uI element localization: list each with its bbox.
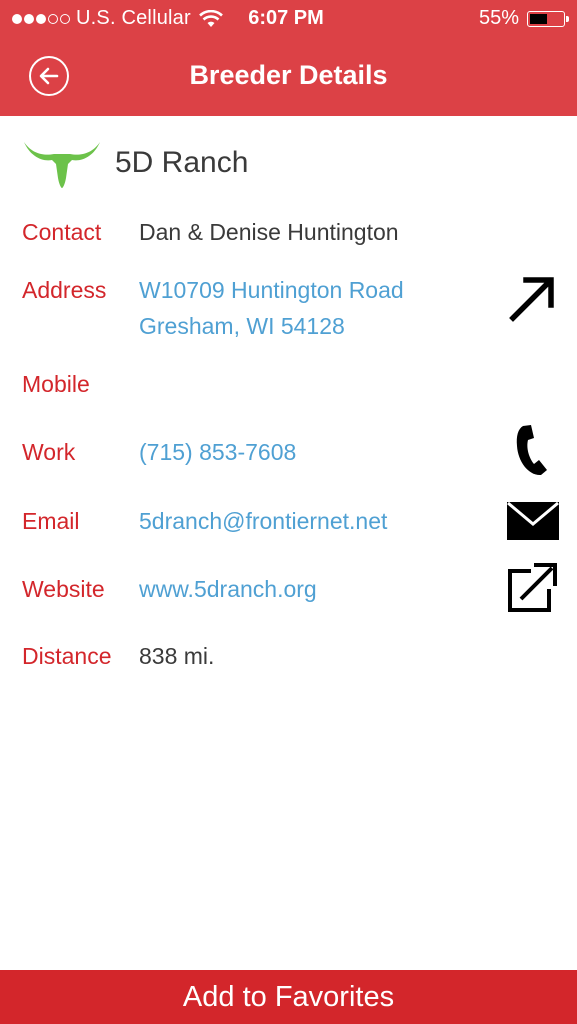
address-line-2: Gresham, WI 54128 [139, 313, 345, 339]
email-label: Email [22, 508, 80, 534]
website-label: Website [22, 576, 105, 602]
open-website-button[interactable] [507, 561, 559, 613]
address-link[interactable]: W10709 Huntington Road Gresham, WI 54128 [139, 272, 404, 344]
directions-button[interactable] [507, 272, 559, 324]
distance-value: 838 mi. [139, 643, 215, 669]
clock-time: 6:07 PM [248, 7, 324, 29]
battery-percent: 55% [478, 7, 519, 29]
email-button[interactable] [507, 495, 559, 547]
directions-arrow-icon [509, 277, 554, 322]
contact-value: Dan & Denise Huntington [139, 219, 399, 245]
longhorn-skull-icon [24, 142, 100, 188]
nav-bar: Breeder Details [0, 38, 577, 116]
address-label: Address [22, 277, 107, 303]
work-label: Work [22, 439, 76, 465]
add-to-favorites-button[interactable]: Add to Favorites [0, 970, 577, 1024]
top-bar: U.S. Cellular 6:07 PM 55% Breeder Detail… [0, 0, 577, 116]
mobile-label: Mobile [22, 371, 90, 397]
email-link[interactable]: 5dranch@frontiernet.net [139, 503, 387, 539]
ranch-name: 5D Ranch [115, 146, 249, 179]
battery-icon [527, 10, 569, 27]
phone-icon [516, 425, 547, 476]
contact-label: Contact [22, 219, 102, 245]
status-bar: U.S. Cellular 6:07 PM 55% [0, 0, 577, 38]
address-line-1: W10709 Huntington Road [139, 277, 404, 303]
call-button[interactable] [507, 424, 559, 476]
mail-icon [507, 502, 559, 540]
website-link[interactable]: www.5dranch.org [139, 571, 317, 607]
page-title: Breeder Details [189, 60, 388, 90]
work-phone-link[interactable]: (715) 853-7608 [139, 434, 296, 470]
distance-label: Distance [22, 643, 112, 669]
external-link-icon [508, 563, 557, 612]
